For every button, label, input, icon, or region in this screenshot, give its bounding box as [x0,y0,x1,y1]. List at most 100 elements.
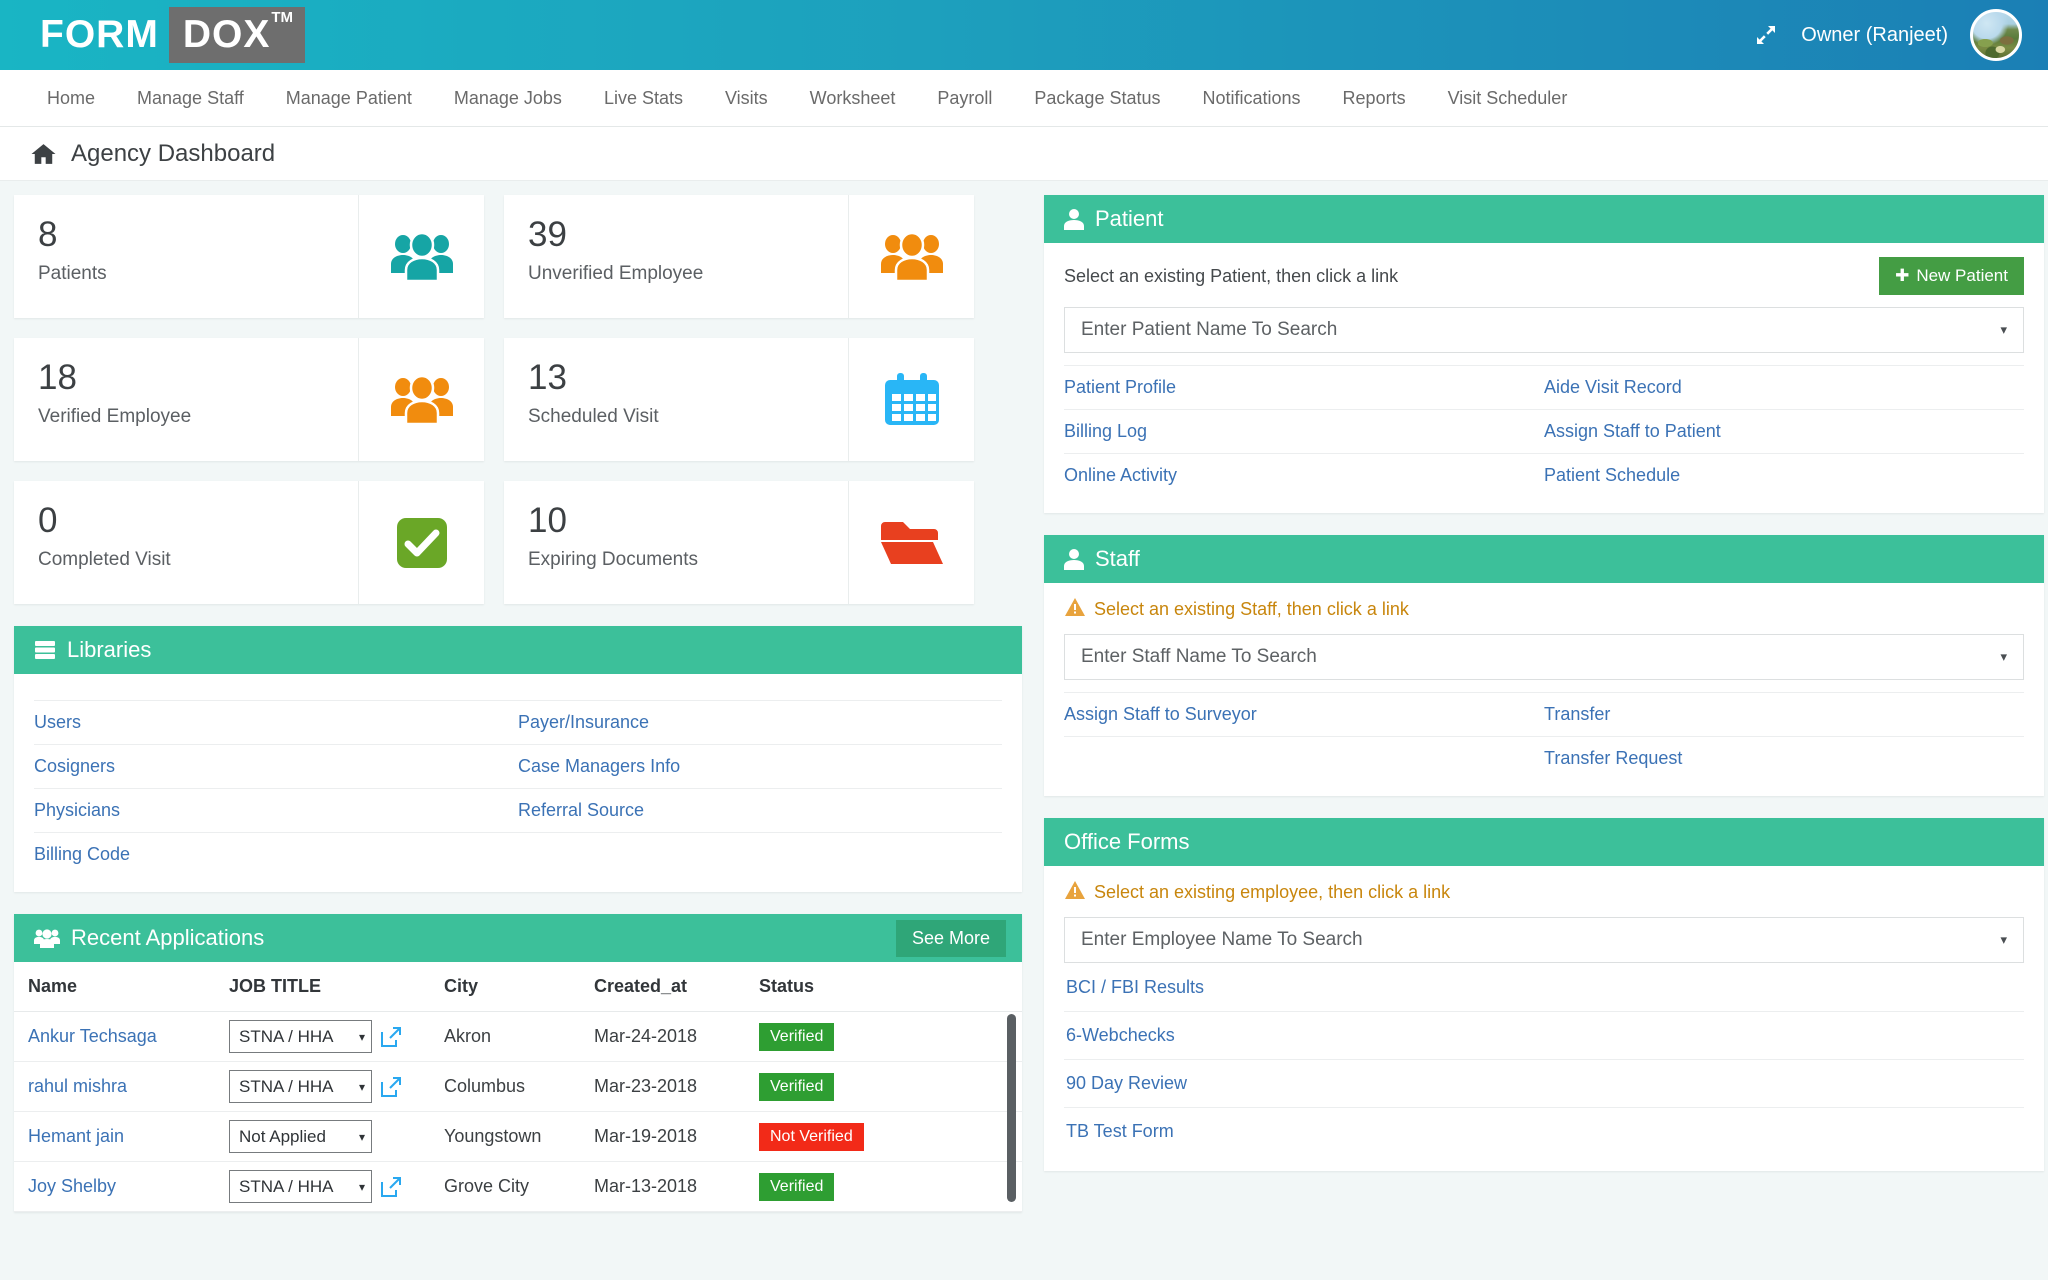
list-item: Physicians Referral Source [34,789,1002,833]
external-link-icon[interactable] [380,1076,402,1098]
link-online-activity[interactable]: Online Activity [1064,465,1177,485]
column-header-job[interactable]: JOB TITLE [229,962,444,1012]
recent-applications-scroll-area[interactable]: Name JOB TITLE City Created_at Status An… [14,962,1022,1212]
table-row: Hemant jain Not Applied ▾ [14,1112,1022,1162]
link-assign-staff-to-patient[interactable]: Assign Staff to Patient [1544,421,1721,441]
column-header-name[interactable]: Name [14,962,229,1012]
link-bci-fbi-results[interactable]: BCI / FBI Results [1066,977,1204,997]
link-users[interactable]: Users [34,712,81,732]
table-scrollbar[interactable] [1007,1014,1016,1202]
libraries-panel-header: Libraries [14,626,1022,674]
patient-hint: Select an existing Patient, then click a… [1064,266,1398,287]
nav-item-notifications[interactable]: Notifications [1182,70,1322,127]
link-tb-test-form[interactable]: TB Test Form [1066,1121,1174,1141]
nav-item-home[interactable]: Home [26,70,116,127]
staff-search-select[interactable]: Enter Staff Name To Search ▾ [1064,634,2024,680]
link-cosigners[interactable]: Cosigners [34,756,115,776]
job-title-select[interactable]: Not Applied ▾ [229,1120,372,1153]
libraries-panel-body: Users Payer/Insurance Cosigners Case Man… [14,674,1022,892]
patient-panel-header: Patient [1044,195,2044,243]
link-patient-profile[interactable]: Patient Profile [1064,377,1176,397]
job-title-select[interactable]: STNA / HHA ▾ [229,1170,372,1203]
list-item: 6-Webchecks [1064,1011,2024,1059]
applicant-name[interactable]: Hemant jain [28,1126,124,1146]
external-link-icon[interactable] [380,1176,402,1198]
app-logo[interactable]: FORM DOX TM [40,7,305,63]
users-group-icon [848,195,974,318]
external-link-icon[interactable] [380,1026,402,1048]
link-aide-visit-record[interactable]: Aide Visit Record [1544,377,1682,397]
link-billing-log[interactable]: Billing Log [1064,421,1147,441]
applicant-name[interactable]: rahul mishra [28,1076,127,1096]
link-billing-code[interactable]: Billing Code [34,844,130,864]
user-icon [1064,548,1084,570]
empty-cell [518,833,1002,877]
job-title-value: Not Applied [239,1127,326,1147]
link-90-day-review[interactable]: 90 Day Review [1066,1073,1187,1093]
list-item: Billing Code [34,833,1002,877]
link-transfer[interactable]: Transfer [1544,704,1610,724]
staff-link-table: Assign Staff to Surveyor Transfer Transf… [1064,692,2024,780]
nav-item-payroll[interactable]: Payroll [916,70,1013,127]
users-group-icon [358,195,484,318]
owner-label[interactable]: Owner (Ranjeet) [1801,24,1948,47]
applicant-created: Mar-19-2018 [594,1112,759,1162]
logo-dox-box: DOX TM [169,7,305,63]
staff-panel: Staff Select an existing Staff, then cli… [1044,535,2044,796]
nav-item-manage-staff[interactable]: Manage Staff [116,70,265,127]
link-transfer-request[interactable]: Transfer Request [1544,748,1682,768]
table-row: rahul mishra STNA / HHA ▾ [14,1062,1022,1112]
chevron-down-icon: ▾ [2000,322,2007,338]
applicant-created: Mar-24-2018 [594,1012,759,1062]
nav-item-reports[interactable]: Reports [1322,70,1427,127]
status-badge: Verified [759,1073,834,1101]
nav-item-visit-scheduler[interactable]: Visit Scheduler [1427,70,1589,127]
link-case-managers-info[interactable]: Case Managers Info [518,756,680,776]
nav-item-live-stats[interactable]: Live Stats [583,70,704,127]
link-patient-schedule[interactable]: Patient Schedule [1544,465,1680,485]
link-payer-insurance[interactable]: Payer/Insurance [518,712,649,732]
column-header-city[interactable]: City [444,962,594,1012]
nav-item-manage-patient[interactable]: Manage Patient [265,70,433,127]
list-item: TB Test Form [1064,1107,2024,1155]
app-header: FORM DOX TM Owner (Ranjeet) [0,0,2048,70]
stat-card-scheduled-visit[interactable]: 13 Scheduled Visit [504,338,974,461]
office-forms-hint: Select an existing employee, then click … [1094,882,1450,903]
patient-link-table: Patient Profile Aide Visit Record Billin… [1064,365,2024,497]
nav-item-worksheet[interactable]: Worksheet [789,70,917,127]
new-patient-button[interactable]: ✚ New Patient [1879,257,2024,295]
home-icon[interactable] [30,142,57,166]
nav-item-visits[interactable]: Visits [704,70,789,127]
stat-cards-column-1: 8 Patients 18 V [14,195,484,604]
link-referral-source[interactable]: Referral Source [518,800,644,820]
avatar[interactable] [1970,9,2022,61]
column-header-created[interactable]: Created_at [594,962,759,1012]
check-square-icon [358,481,484,604]
job-title-select[interactable]: STNA / HHA ▾ [229,1020,372,1053]
employee-search-select[interactable]: Enter Employee Name To Search ▾ [1064,917,2024,963]
job-title-select[interactable]: STNA / HHA ▾ [229,1070,372,1103]
stat-card-verified-employee[interactable]: 18 Verified Employee [14,338,484,461]
applicant-name[interactable]: Ankur Techsaga [28,1026,157,1046]
libraries-panel-title: Libraries [67,637,151,663]
see-more-button[interactable]: See More [896,920,1006,957]
stat-card-patients[interactable]: 8 Patients [14,195,484,318]
applicant-name[interactable]: Joy Shelby [28,1176,116,1196]
breadcrumb: Agency Dashboard [0,127,2048,181]
expand-arrows-icon[interactable] [1753,22,1779,48]
nav-item-package-status[interactable]: Package Status [1013,70,1181,127]
stat-card-unverified-employee[interactable]: 39 Unverified Employee [504,195,974,318]
column-header-status[interactable]: Status [759,962,1022,1012]
dashboard-content: 8 Patients 18 V [0,181,2048,1280]
list-item: 90 Day Review [1064,1059,2024,1107]
table-row: Ankur Techsaga STNA / HHA ▾ [14,1012,1022,1062]
nav-item-manage-jobs[interactable]: Manage Jobs [433,70,583,127]
applicant-created [594,1212,759,1213]
stat-card-completed-visit[interactable]: 0 Completed Visit [14,481,484,604]
page-title: Agency Dashboard [71,140,275,168]
link-assign-staff-to-surveyor[interactable]: Assign Staff to Surveyor [1064,704,1257,724]
link-physicians[interactable]: Physicians [34,800,120,820]
patient-search-select[interactable]: Enter Patient Name To Search ▾ [1064,307,2024,353]
stat-card-expiring-documents[interactable]: 10 Expiring Documents [504,481,974,604]
link-6-webchecks[interactable]: 6-Webchecks [1066,1025,1175,1045]
